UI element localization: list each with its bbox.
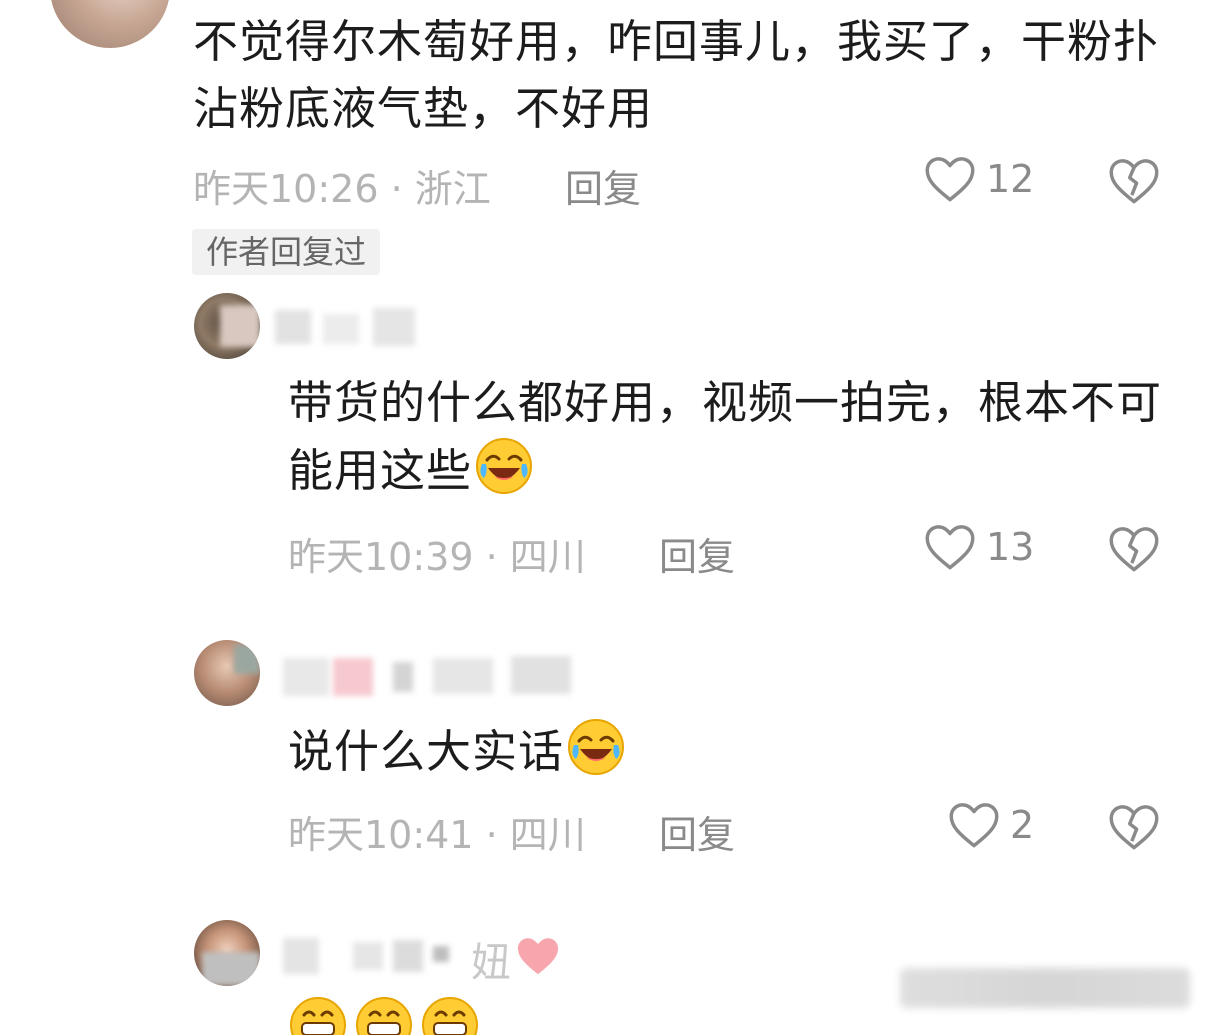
heart-outline-icon bbox=[949, 803, 999, 848]
dislike-button[interactable] bbox=[1108, 524, 1160, 578]
reply-text: 说什么大实话 bbox=[288, 717, 1168, 785]
grinning-emoji-icon bbox=[422, 997, 478, 1035]
reply-location: 四川 bbox=[509, 813, 586, 857]
reply-username-blurred[interactable] bbox=[283, 652, 583, 700]
meta-separator: · bbox=[485, 535, 510, 579]
blurred-watermark bbox=[900, 968, 1190, 1008]
reply-text: 带货的什么都好用，视频一拍完，根本不可能用这些 bbox=[288, 369, 1168, 504]
reply-username-blurred[interactable] bbox=[275, 300, 425, 350]
reply-meta: 昨天10:41 · 四川 bbox=[288, 804, 586, 859]
meta-separator: · bbox=[390, 167, 415, 211]
author-replied-badge: 作者回复过 bbox=[192, 229, 381, 275]
grinning-emoji-icon bbox=[356, 997, 412, 1035]
like-button[interactable]: 13 bbox=[924, 522, 1034, 572]
reply-text-content: 说什么大实话 bbox=[288, 725, 565, 778]
like-count: 12 bbox=[986, 157, 1035, 201]
reply-avatar[interactable] bbox=[194, 293, 260, 359]
laughing-crying-emoji-icon bbox=[568, 719, 625, 775]
like-button[interactable]: 2 bbox=[948, 800, 1034, 850]
reply-time: 昨天10:39 bbox=[288, 535, 474, 579]
broken-heart-icon bbox=[1109, 527, 1159, 572]
like-button[interactable]: 12 bbox=[924, 154, 1034, 204]
reply-emoji-row bbox=[288, 995, 508, 1035]
like-count: 2 bbox=[1010, 803, 1035, 847]
reply-avatar[interactable] bbox=[194, 640, 260, 706]
reply-time: 昨天10:41 bbox=[288, 813, 474, 857]
reply-button[interactable]: 回复 bbox=[659, 804, 735, 859]
like-count: 13 bbox=[986, 525, 1035, 569]
laughing-crying-emoji-icon bbox=[476, 438, 533, 494]
commenter-avatar[interactable] bbox=[50, 0, 170, 48]
heart-outline-icon bbox=[925, 525, 975, 570]
comment-time: 昨天10:26 bbox=[193, 167, 379, 211]
reply-location: 四川 bbox=[509, 535, 586, 579]
reply-text-content: 带货的什么都好用，视频一拍完，根本不可能用这些 bbox=[288, 376, 1163, 497]
reply-meta: 昨天10:39 · 四川 bbox=[288, 526, 586, 581]
comment-text: 不觉得尔木萄好用，咋回事儿，我买了，干粉扑沾粉底液气垫，不好用 bbox=[193, 15, 1160, 135]
dislike-button[interactable] bbox=[1108, 156, 1160, 210]
comment-location: 浙江 bbox=[414, 167, 491, 211]
reply-avatar[interactable] bbox=[194, 920, 260, 986]
broken-heart-icon bbox=[1109, 805, 1159, 850]
reply-button[interactable]: 回复 bbox=[659, 526, 735, 581]
grinning-emoji-icon bbox=[290, 997, 346, 1035]
heart-outline-icon bbox=[925, 157, 975, 202]
reply-button[interactable]: 回复 bbox=[565, 158, 641, 213]
broken-heart-icon bbox=[1109, 159, 1159, 204]
reply-username[interactable]: 妞 bbox=[283, 930, 563, 986]
comment-meta: 昨天10:26 · 浙江 bbox=[193, 158, 491, 213]
pink-heart-emoji-icon bbox=[517, 938, 559, 975]
dislike-button[interactable] bbox=[1108, 802, 1160, 856]
meta-separator: · bbox=[485, 813, 510, 857]
username-suffix: 妞 bbox=[471, 940, 511, 986]
